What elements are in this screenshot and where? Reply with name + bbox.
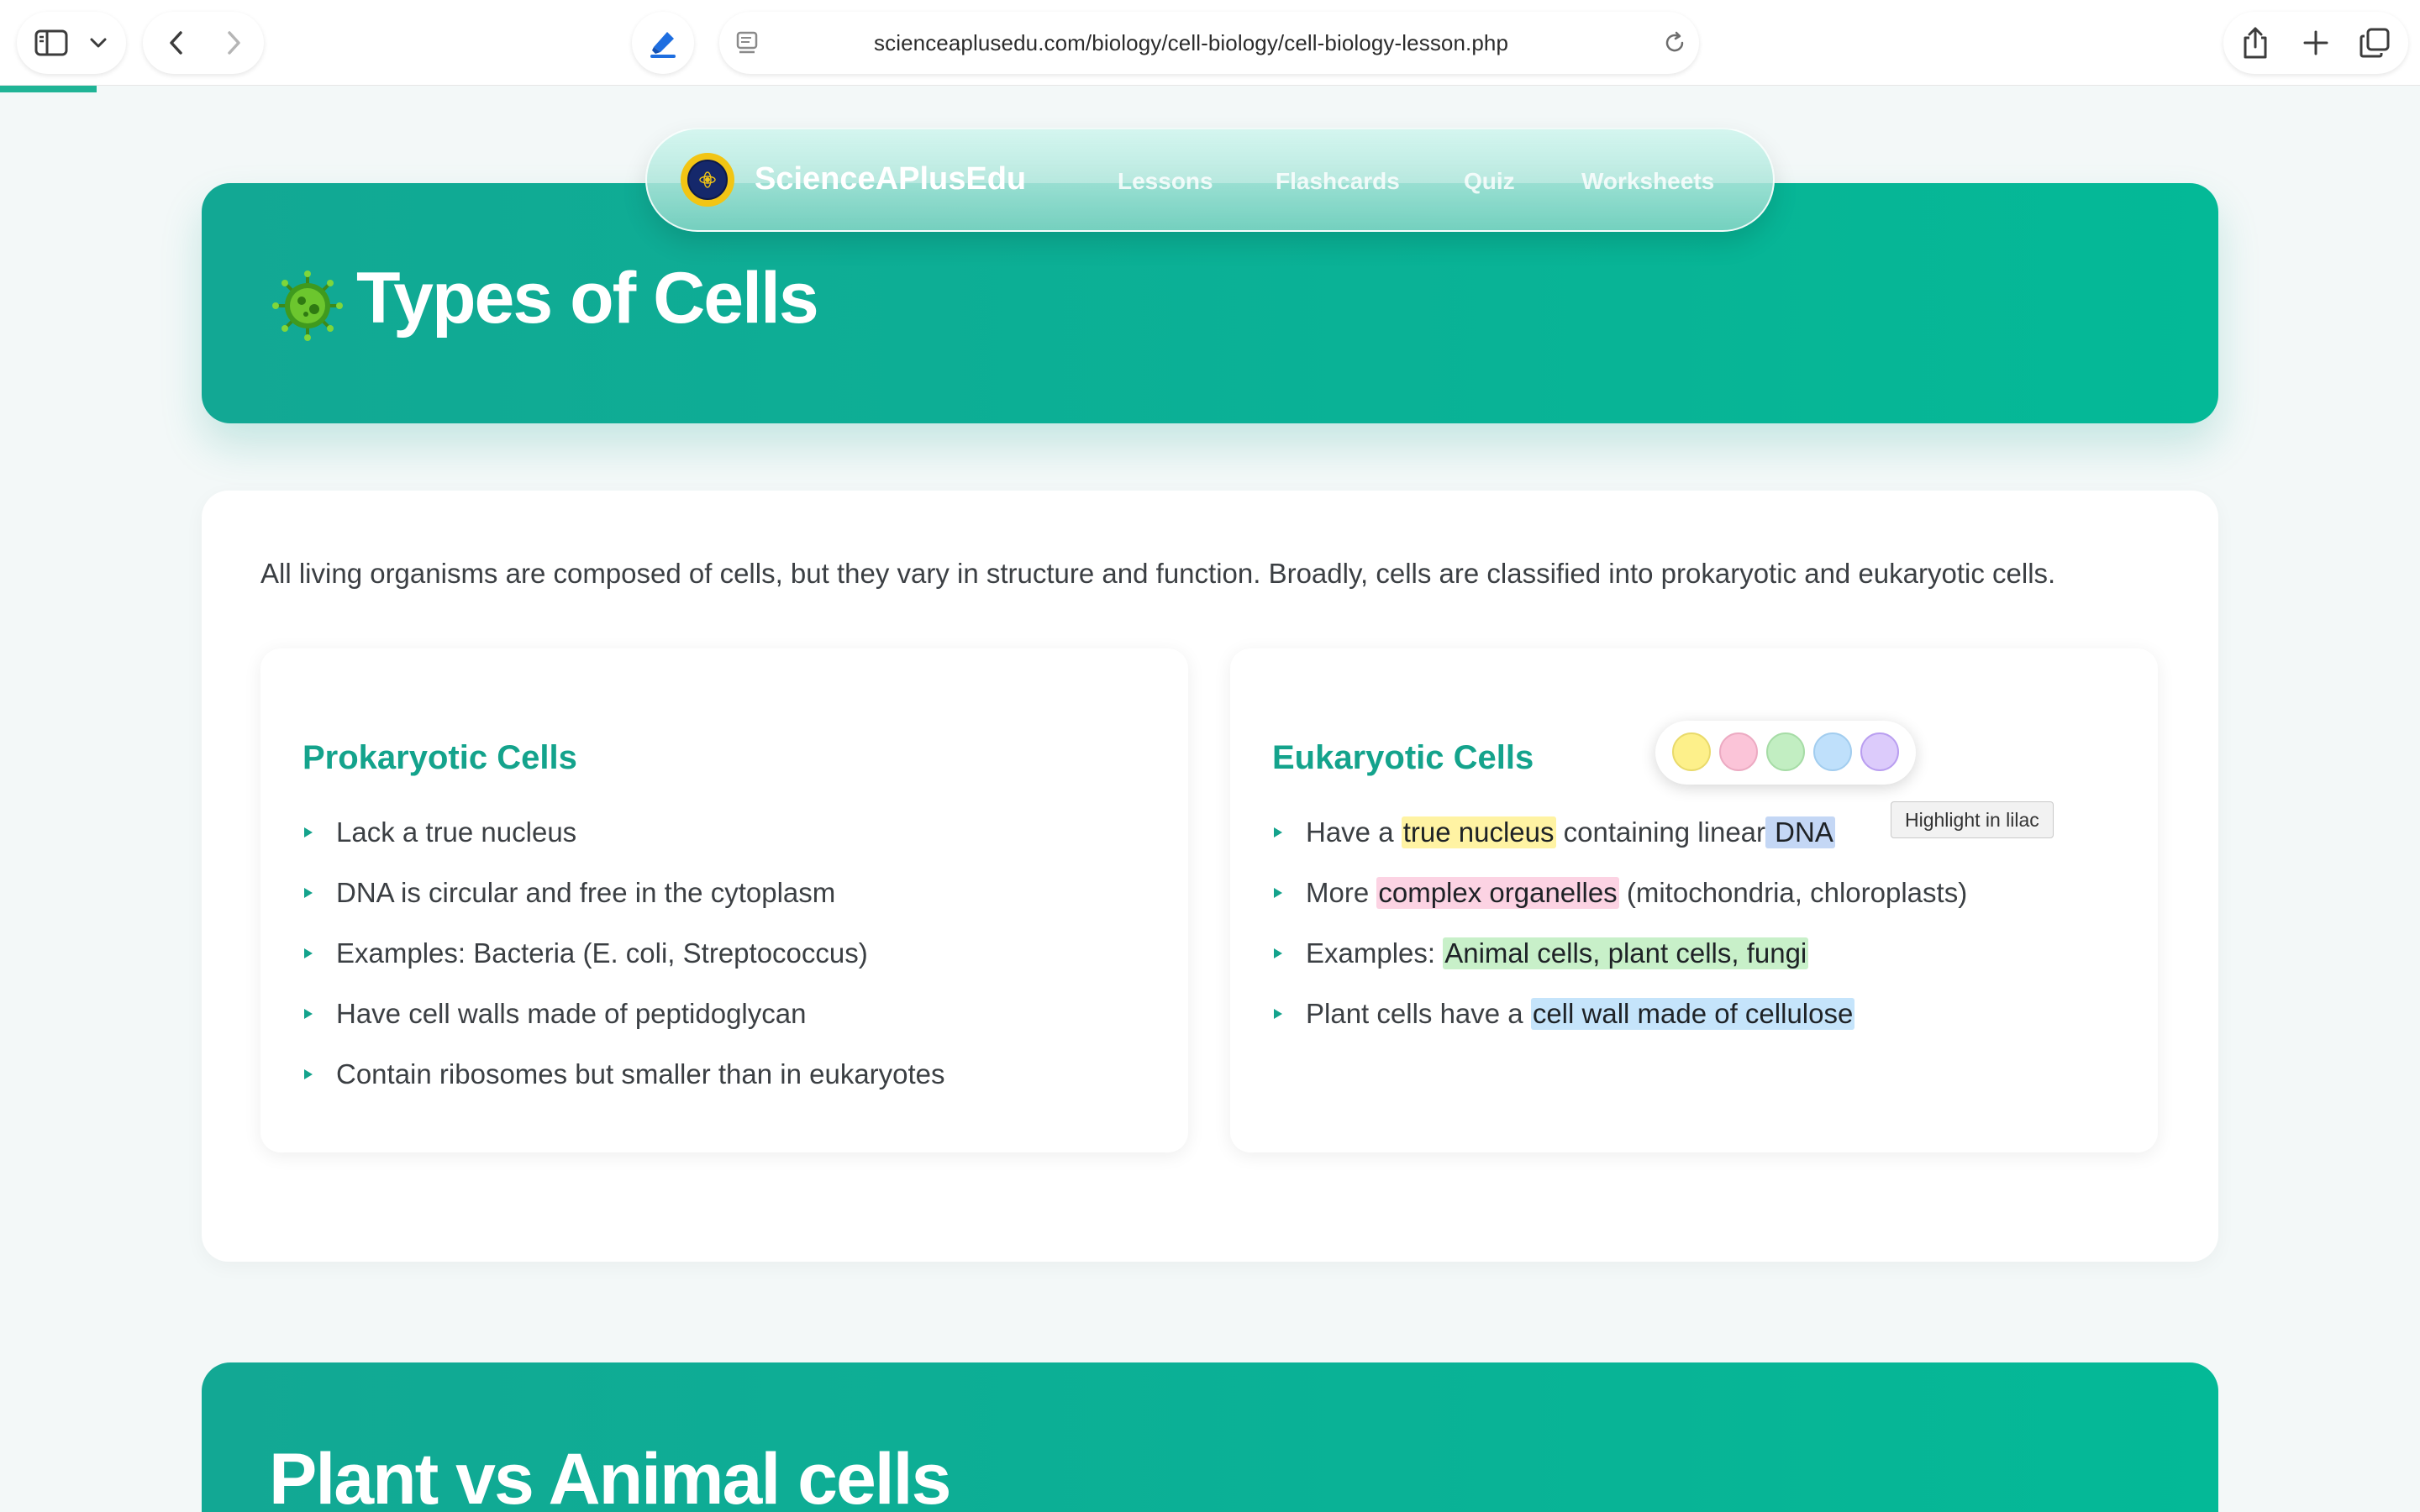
bullet-icon	[304, 1009, 313, 1019]
share-button[interactable]	[2235, 24, 2275, 62]
list-item-text: Plant cells have a	[1306, 998, 1531, 1029]
list-item-text: Have a	[1306, 816, 1402, 848]
page-actions-group	[2223, 12, 2408, 74]
section-title: Plant vs Animal cells	[269, 1439, 951, 1512]
swatch-green[interactable]	[1766, 732, 1805, 771]
reload-icon[interactable]	[1662, 30, 1687, 55]
url-text[interactable]: scienceaplusedu.com/biology/cell-biology…	[874, 30, 1563, 56]
bullet-icon	[304, 888, 313, 898]
highlight-yellow[interactable]: true nucleus	[1401, 816, 1556, 848]
list-item-text: Examples:	[1306, 937, 1444, 969]
list-item-text: (mitochondria, chloroplasts)	[1618, 877, 1968, 908]
sidebar-icon	[34, 29, 68, 56]
page-load-progress	[0, 86, 97, 92]
list-item: More complex organelles (mitochondria, c…	[1306, 877, 1967, 909]
text-selection[interactable]: DNA	[1765, 816, 1835, 848]
logo-emblem	[687, 160, 728, 200]
back-button[interactable]	[160, 26, 193, 60]
highlight-green[interactable]: Animal cells, plant cells, fungi	[1443, 937, 1809, 969]
bullet-icon	[304, 827, 313, 837]
browser-toolbar: scienceaplusedu.com/biology/cell-biology…	[0, 0, 2420, 86]
bullet-icon	[1274, 948, 1282, 958]
bullet-icon	[1274, 827, 1282, 837]
atom-icon	[699, 171, 716, 188]
chevron-right-icon	[228, 31, 240, 55]
virus-icon	[272, 270, 343, 341]
tab-overview-button[interactable]	[2354, 24, 2395, 62]
list-item: Lack a true nucleus	[336, 816, 577, 848]
tab-group-dropdown-button[interactable]	[86, 30, 111, 55]
bullet-icon	[304, 948, 313, 958]
nav-link-lessons[interactable]: Lessons	[1118, 168, 1213, 195]
bullet-icon	[304, 1069, 313, 1079]
forward-button[interactable]	[217, 26, 250, 60]
chevron-down-icon	[90, 38, 107, 48]
chevron-left-icon	[170, 31, 182, 55]
list-item: Examples: Animal cells, plant cells, fun…	[1306, 937, 1809, 969]
swatch-lilac[interactable]	[1860, 732, 1899, 771]
site-logo[interactable]	[681, 153, 734, 207]
swatch-yellow[interactable]	[1672, 732, 1711, 771]
sidebar-control-group	[17, 12, 126, 74]
highlight-blue[interactable]: cell wall made of cellulose	[1530, 998, 1855, 1030]
history-control-group	[143, 12, 264, 74]
swatch-blue[interactable]	[1813, 732, 1852, 771]
brand-name[interactable]: ScienceAPlusEdu	[755, 161, 1026, 197]
list-item: Plant cells have a cell wall made of cel…	[1306, 998, 1855, 1030]
page-title: Types of Cells	[356, 258, 819, 339]
list-item: Examples: Bacteria (E. coli, Streptococc…	[336, 937, 868, 969]
list-item-text: containing linear	[1555, 816, 1766, 848]
bullet-icon	[1274, 1009, 1282, 1019]
prokaryotic-title: Prokaryotic Cells	[302, 739, 577, 776]
nav-link-worksheets[interactable]: Worksheets	[1581, 168, 1714, 195]
sidebar-toggle-button[interactable]	[30, 26, 72, 60]
bullet-icon	[1274, 888, 1282, 898]
nav-link-flashcards[interactable]: Flashcards	[1276, 168, 1400, 195]
list-item: DNA is circular and free in the cytoplas…	[336, 877, 836, 908]
intro-paragraph: All living organisms are composed of cel…	[260, 558, 2056, 589]
highlight-pink[interactable]: complex organelles	[1376, 877, 1619, 909]
eukaryotic-title: Eukaryotic Cells	[1272, 739, 1534, 776]
tooltip: Highlight in lilac	[1891, 801, 2054, 838]
share-icon	[2244, 27, 2267, 59]
new-tab-button[interactable]	[2296, 24, 2336, 62]
swatch-pink[interactable]	[1719, 732, 1758, 771]
list-item-text: More	[1306, 877, 1377, 908]
nav-link-quiz[interactable]: Quiz	[1464, 168, 1515, 195]
plus-icon	[2303, 30, 2328, 55]
list-item: Have cell walls made of peptidoglycan	[336, 998, 807, 1029]
list-item: Contain ribosomes but smaller than in eu…	[336, 1058, 945, 1089]
highlighter-extension-icon	[650, 32, 676, 58]
tabs-overview-icon	[2360, 28, 2390, 58]
reader-mode-icon[interactable]	[734, 30, 760, 55]
extension-button[interactable]	[632, 12, 694, 74]
list-item: Have a true nucleus containing linear DN…	[1306, 816, 1835, 848]
